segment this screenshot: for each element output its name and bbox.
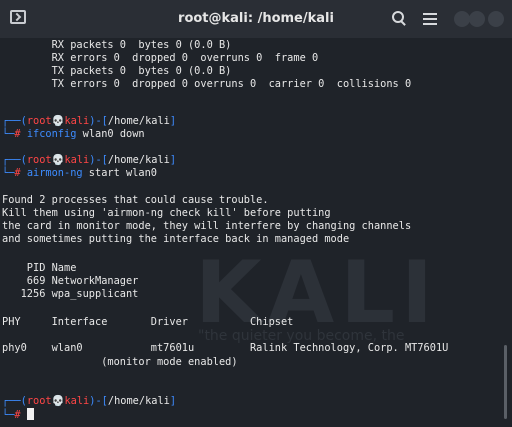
output-line: (monitor mode enabled) xyxy=(2,356,238,368)
output-line: Found 2 processes that could cause troub… xyxy=(2,194,269,206)
close-button[interactable] xyxy=(488,11,504,27)
skull-icon: 💀 xyxy=(51,154,65,166)
minimize-button[interactable] xyxy=(454,11,470,27)
output-line: 1256 wpa_supplicant xyxy=(2,288,139,300)
output-line: phy0 wlan0 mt7601u Ralink Technology, Co… xyxy=(2,342,449,354)
command-line-3[interactable]: └─# xyxy=(2,408,34,422)
output-line: and sometimes putting the interface back… xyxy=(2,233,350,245)
terminal-window: root@kali: /home/kali KALI "the quieter … xyxy=(0,0,512,427)
title-bar[interactable]: root@kali: /home/kali xyxy=(0,0,512,39)
search-icon[interactable] xyxy=(391,10,407,26)
terminal-output-area[interactable]: KALI "the quieter you become, the RX pac… xyxy=(0,38,512,427)
skull-icon: 💀 xyxy=(51,115,65,127)
output-line: the card in monitor mode, they will inte… xyxy=(2,220,412,232)
command-line-1: └─# ifconfig wlan0 down xyxy=(2,128,145,140)
command-line-2: └─# airmon-ng start wlan0 xyxy=(2,167,158,179)
output-line: Kill them using 'airmon-ng check kill' b… xyxy=(2,207,331,219)
scrollbar[interactable] xyxy=(504,345,507,419)
text-cursor xyxy=(26,408,34,420)
output-line: 669 NetworkManager xyxy=(2,275,139,287)
output-line: TX packets 0 bytes 0 (0.0 B) xyxy=(2,65,232,77)
output-line: PHY Interface Driver Chipset xyxy=(2,316,294,328)
output-line: TX errors 0 dropped 0 overruns 0 carrier… xyxy=(2,78,412,90)
hamburger-menu-icon[interactable] xyxy=(422,10,438,26)
maximize-button[interactable] xyxy=(469,11,485,27)
output-line: PID Name xyxy=(2,262,77,274)
skull-icon: 💀 xyxy=(51,395,65,407)
output-line: RX errors 0 dropped 0 overruns 0 frame 0 xyxy=(2,52,319,64)
prompt-line-3: ┌──(root💀kali)-[/home/kali] xyxy=(2,395,177,407)
prompt-line-1: ┌──(root💀kali)-[/home/kali] xyxy=(2,115,177,127)
output-line: RX packets 0 bytes 0 (0.0 B) xyxy=(2,39,232,51)
prompt-line-2: ┌──(root💀kali)-[/home/kali] xyxy=(2,154,177,166)
